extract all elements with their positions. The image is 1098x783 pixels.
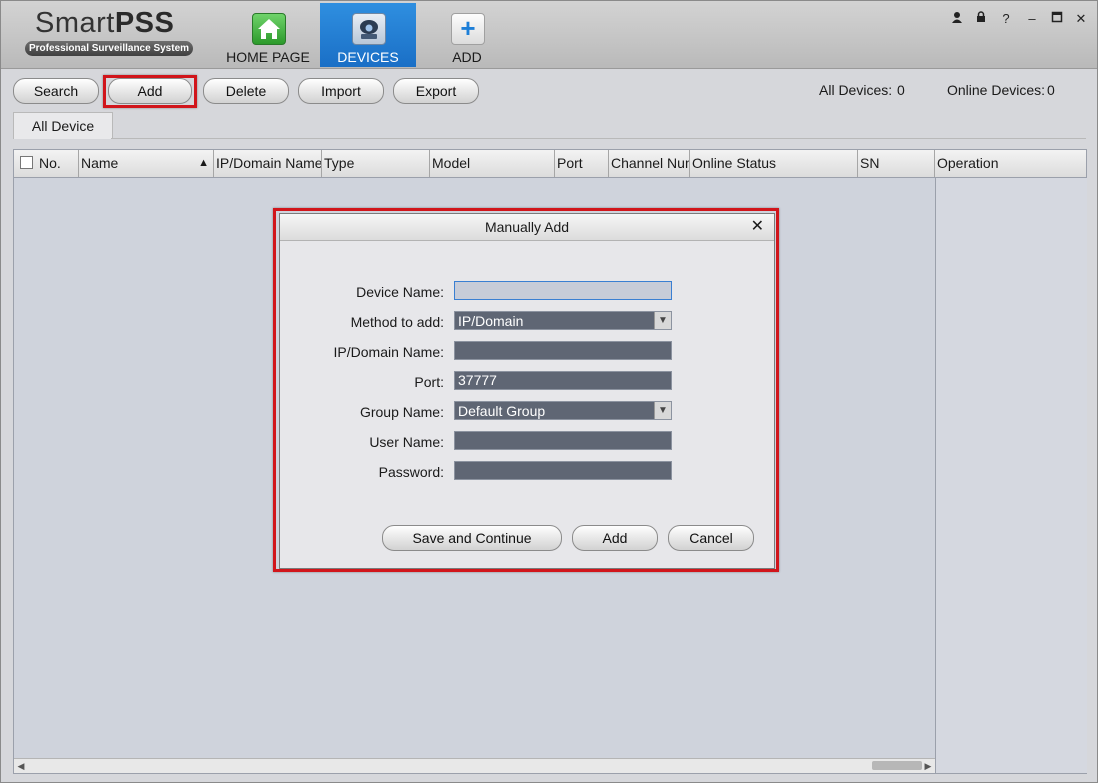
- chevron-down-icon[interactable]: ▼: [654, 402, 671, 419]
- subtab-divider: [111, 138, 1086, 139]
- method-select[interactable]: IP/Domain ▼: [454, 311, 672, 330]
- user-icon[interactable]: [949, 11, 965, 26]
- port-label: Port:: [414, 374, 444, 390]
- user-name-input[interactable]: [454, 431, 672, 450]
- sort-ascending-icon: ▲: [198, 157, 209, 169]
- manually-add-dialog: Manually Add ✕ Device Name: Method to ad…: [279, 213, 775, 569]
- ip-domain-label: IP/Domain Name:: [333, 344, 444, 360]
- all-devices-count: 0: [897, 82, 905, 98]
- column-name-label: Name: [81, 155, 119, 171]
- dialog-title-text: Manually Add: [484, 219, 570, 235]
- column-no-label: No.: [39, 155, 61, 171]
- close-icon[interactable]: ✕: [1073, 11, 1089, 27]
- help-icon[interactable]: ?: [998, 11, 1014, 26]
- password-label: Password:: [378, 464, 444, 480]
- logo-title: SmartPSS: [35, 7, 175, 39]
- device-name-label: Device Name:: [356, 284, 444, 300]
- group-name-label: Group Name:: [359, 404, 444, 420]
- group-name-value: Default Group: [458, 403, 546, 419]
- lock-icon[interactable]: [973, 11, 989, 26]
- operation-pane: [935, 178, 1087, 773]
- home-icon: [252, 13, 286, 45]
- group-name-select[interactable]: Default Group ▼: [454, 401, 672, 420]
- column-port[interactable]: Port: [555, 150, 609, 177]
- device-name-input[interactable]: [454, 281, 672, 300]
- save-and-continue-button[interactable]: Save and Continue: [382, 525, 562, 551]
- export-button[interactable]: Export: [393, 78, 479, 104]
- dialog-add-button[interactable]: Add: [572, 525, 658, 551]
- logo-subtitle: Professional Surveillance System: [25, 41, 193, 56]
- scroll-right-icon[interactable]: ▶: [921, 759, 935, 773]
- tab-home-page[interactable]: HOME PAGE: [220, 3, 316, 67]
- tab-add-label: ADD: [452, 49, 482, 65]
- scrollbar-thumb[interactable]: [872, 761, 922, 770]
- app-logo: SmartPSS Professional Surveillance Syste…: [25, 7, 197, 59]
- tab-devices[interactable]: DEVICES: [320, 3, 416, 67]
- close-icon[interactable]: ✕: [751, 214, 764, 240]
- ip-domain-input[interactable]: [454, 341, 672, 360]
- column-sn[interactable]: SN: [858, 150, 935, 177]
- method-label: Method to add:: [350, 314, 444, 330]
- port-input[interactable]: [454, 371, 672, 390]
- tab-devices-label: DEVICES: [337, 49, 399, 65]
- column-channel-num[interactable]: Channel Num: [609, 150, 690, 177]
- top-header: SmartPSS Professional Surveillance Syste…: [1, 1, 1097, 69]
- column-ip-domain[interactable]: IP/Domain Name: [214, 150, 322, 177]
- select-all-checkbox[interactable]: [20, 156, 33, 169]
- search-button[interactable]: Search: [13, 78, 99, 104]
- column-name[interactable]: Name ▲: [79, 150, 214, 177]
- method-value: IP/Domain: [458, 313, 524, 329]
- tab-add[interactable]: + ADD: [419, 3, 515, 67]
- delete-button[interactable]: Delete: [203, 78, 289, 104]
- online-devices-count: 0: [1047, 82, 1055, 98]
- column-type[interactable]: Type: [322, 150, 430, 177]
- camera-icon: [352, 13, 386, 45]
- column-operation[interactable]: Operation: [935, 150, 1086, 177]
- maximize-icon[interactable]: [1049, 11, 1065, 26]
- add-button[interactable]: Add: [108, 78, 192, 104]
- column-model[interactable]: Model: [430, 150, 555, 177]
- user-name-label: User Name:: [369, 434, 444, 450]
- tab-all-device[interactable]: All Device: [13, 112, 113, 139]
- online-devices-label: Online Devices:: [947, 82, 1046, 98]
- column-no[interactable]: No.: [14, 150, 79, 177]
- column-online-status[interactable]: Online Status: [690, 150, 858, 177]
- cancel-button[interactable]: Cancel: [668, 525, 754, 551]
- tab-home-label: HOME PAGE: [226, 49, 310, 65]
- app-window: SmartPSS Professional Surveillance Syste…: [0, 0, 1098, 783]
- all-devices-label: All Devices:: [819, 82, 893, 98]
- chevron-down-icon[interactable]: ▼: [654, 312, 671, 329]
- minimize-icon[interactable]: –: [1024, 11, 1040, 26]
- scroll-left-icon[interactable]: ◀: [14, 759, 28, 773]
- table-header: No. Name ▲ IP/Domain Name Type Model Por…: [14, 150, 1086, 178]
- password-input[interactable]: [454, 461, 672, 480]
- plus-icon: +: [451, 13, 485, 45]
- horizontal-scrollbar[interactable]: ◀ ▶: [14, 758, 935, 773]
- dialog-title: Manually Add ✕: [280, 214, 774, 241]
- import-button[interactable]: Import: [298, 78, 384, 104]
